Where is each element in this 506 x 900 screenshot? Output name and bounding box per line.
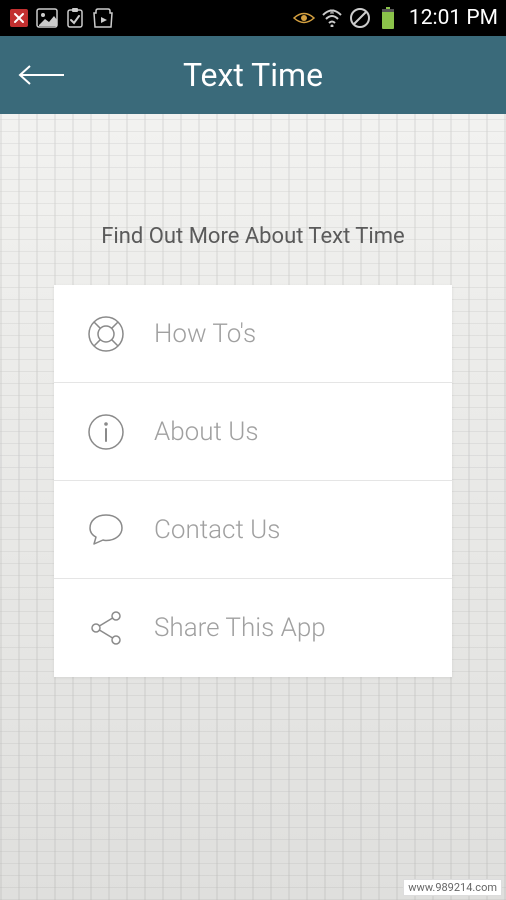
- menu-item-how-tos[interactable]: How To's: [54, 285, 452, 383]
- status-system: 12:01 PM: [293, 6, 498, 30]
- status-notifications: [8, 7, 114, 29]
- chat-icon: [84, 508, 128, 552]
- menu-card: How To's About Us Contact Us: [54, 285, 452, 677]
- app-bar: Text Time: [0, 36, 506, 114]
- block-icon: [349, 7, 371, 29]
- info-icon: [84, 410, 128, 454]
- back-arrow-icon: [16, 63, 66, 87]
- menu-item-label: About Us: [154, 417, 259, 447]
- share-icon: [84, 606, 128, 650]
- menu-item-about-us[interactable]: About Us: [54, 383, 452, 481]
- status-bar: 12:01 PM: [0, 0, 506, 36]
- back-button[interactable]: [16, 60, 66, 90]
- play-store-notification-icon: [92, 7, 114, 29]
- close-notification-icon: [8, 7, 30, 29]
- status-time: 12:01 PM: [409, 6, 498, 30]
- menu-item-label: How To's: [154, 319, 256, 349]
- image-notification-icon: [36, 7, 58, 29]
- menu-item-label: Contact Us: [154, 515, 280, 545]
- menu-item-share-app[interactable]: Share This App: [54, 579, 452, 677]
- app-title: Text Time: [0, 56, 506, 94]
- content-area: Find Out More About Text Time How To's: [0, 114, 506, 900]
- eye-icon: [293, 7, 315, 29]
- battery-icon: [377, 7, 399, 29]
- wifi-icon: [321, 7, 343, 29]
- menu-item-label: Share This App: [154, 613, 326, 643]
- page-subtitle: Find Out More About Text Time: [0, 114, 506, 285]
- watermark: www.989214.com: [403, 879, 502, 896]
- clipboard-notification-icon: [64, 7, 86, 29]
- lifebuoy-icon: [84, 312, 128, 356]
- menu-item-contact-us[interactable]: Contact Us: [54, 481, 452, 579]
